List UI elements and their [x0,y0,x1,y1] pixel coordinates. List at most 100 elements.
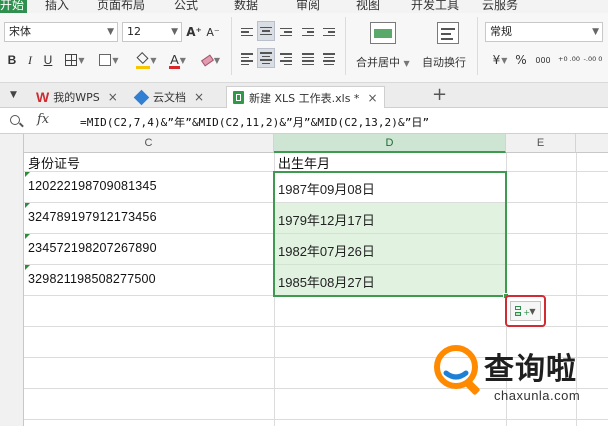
tab-cloud-docs[interactable]: 云文档 × [133,86,204,108]
tab-view[interactable]: 视图 [356,0,380,13]
cell-c3[interactable]: 324789197912173456 [28,210,157,224]
align-right-button[interactable] [277,49,295,69]
paint-bucket-icon [136,51,151,69]
increase-indent-button[interactable] [320,22,338,42]
cell-c1[interactable]: 身份证号 [28,153,80,172]
currency-button[interactable]: ¥ ▼ [489,50,511,70]
chevron-down-icon: ▼ [529,306,536,316]
wrap-text-button[interactable]: 自动换行 [422,54,466,70]
borders-icon [65,54,78,66]
chevron-down-icon: ▼ [171,27,178,37]
grid-icon [99,54,112,66]
separator [231,17,232,75]
column-header-d[interactable]: D [274,134,506,153]
increase-decimal-label: +0 .00 [558,55,580,63]
tab-data[interactable]: 数据 [234,0,258,13]
tab-cloud-services[interactable]: 云服务 [482,0,518,13]
font-name-select[interactable]: 宋体 ▼ [4,22,118,42]
freeze-button[interactable]: ▼ [96,50,122,70]
column-header-c[interactable]: C [24,134,274,153]
tab-list-chevron-icon[interactable]: ▼ [10,90,17,100]
chevron-down-icon: ▼ [501,55,508,65]
justify-button[interactable] [299,49,317,69]
font-grow-button[interactable]: A⁺ [186,22,202,42]
autofill-options-button[interactable]: + ▼ [505,295,546,327]
tab-my-wps-label: 我的WPS [53,91,100,104]
chevron-down-icon: ▼ [592,27,599,37]
align-middle-button[interactable] [257,21,275,41]
ribbon-toolbar: 宋体 ▼ 12 ▼ A⁺ A⁻ B I U ▼ ▼ ▼ A ▼ ▼ 合并居中 ▼… [0,13,608,83]
close-icon[interactable]: × [194,90,204,104]
italic-button[interactable]: I [24,50,36,70]
clear-format-button[interactable]: ▼ [199,50,223,70]
increase-decimal-button[interactable]: +0 .00 [558,49,580,69]
tab-insert[interactable]: 插入 [45,0,69,13]
tab-developer[interactable]: 开发工具 [411,0,459,13]
chevron-down-icon: ▼ [78,55,85,65]
watermark: 查询啦 chaxunla.com [432,343,608,423]
tab-home[interactable]: 开始 [0,0,28,13]
borders-button[interactable]: ▼ [62,50,88,70]
percent-button[interactable]: % [514,50,528,70]
chevron-down-icon: ▼ [401,59,410,68]
chevron-down-icon: ▼ [213,55,221,65]
tab-formulas[interactable]: 公式 [174,0,198,13]
tab-active-document[interactable]: 新建 XLS 工作表.xls * × [226,86,385,108]
font-color-swatch [169,66,181,69]
font-size-select[interactable]: 12 ▼ [122,22,182,42]
text-number-indicator [25,234,30,239]
thousands-button[interactable]: 000 [533,50,553,70]
distribute-button[interactable] [320,49,338,69]
close-icon[interactable]: × [367,91,377,105]
fill-color-swatch [136,65,151,69]
text-number-indicator [25,172,30,177]
document-tab-bar: ▼ W 我的WPS × 云文档 × 新建 XLS 工作表.xls * × + [0,83,608,108]
align-top-icon [241,27,253,37]
outdent-icon [302,27,314,37]
font-shrink-button[interactable]: A⁻ [205,22,221,42]
bold-button[interactable]: B [5,50,19,70]
indent-icon [323,27,335,37]
formula-input[interactable]: =MID(C2,7,4)&”年”&MID(C2,11,2)&”月”&MID(C2… [80,114,429,130]
decrease-decimal-button[interactable]: -.00 0 [582,49,604,69]
cell-c5[interactable]: 329821198508277500 [28,272,156,286]
cell-d3[interactable]: 1979年12月17日 [278,210,375,229]
column-header-f[interactable] [576,134,608,153]
separator [477,17,478,75]
tab-review[interactable]: 审阅 [296,0,320,13]
add-tab-icon[interactable]: + [432,84,447,105]
cell-d2[interactable]: 1987年09月08日 [278,179,375,198]
align-left-button[interactable] [238,49,256,69]
font-name-value: 宋体 [9,25,31,38]
cell-d5[interactable]: 1985年08月27日 [278,272,375,291]
number-format-select[interactable]: 常规 ▼ [485,22,603,42]
close-icon[interactable]: × [108,90,118,104]
watermark-logo-icon [434,345,480,395]
font-color-button[interactable]: A ▼ [165,50,191,70]
merge-center-button[interactable]: 合并居中 ▼ [356,54,410,70]
align-center-button[interactable] [257,48,275,68]
merge-center-icon-button[interactable] [358,16,408,50]
spreadsheet-icon [233,91,244,104]
chevron-down-icon: ▼ [112,55,119,65]
align-top-button[interactable] [238,22,256,42]
tab-page-layout[interactable]: 页面布局 [97,0,145,13]
tab-active-document-label: 新建 XLS 工作表.xls * [249,91,360,105]
font-size-value: 12 [127,25,141,38]
distributed-icon [323,53,335,65]
wrap-text-icon-button[interactable] [427,16,469,50]
cell-c4[interactable]: 234572198207267890 [28,241,157,255]
search-icon-handle [19,122,24,128]
insert-function-button[interactable]: fx [37,112,49,127]
fill-color-button[interactable]: ▼ [133,50,161,70]
cell-c2[interactable]: 120222198709081345 [28,179,157,193]
cell-d1[interactable]: 出生年月 [278,153,330,172]
cell-d4[interactable]: 1982年07月26日 [278,241,375,260]
font-grow-label: A⁺ [186,25,202,39]
align-bottom-button[interactable] [277,22,295,42]
tab-my-wps[interactable]: W 我的WPS × [36,86,118,108]
column-header-e[interactable]: E [506,134,576,153]
decrease-indent-button[interactable] [299,22,317,42]
underline-button[interactable]: U [41,50,55,70]
watermark-title: 查询啦 [484,352,577,387]
